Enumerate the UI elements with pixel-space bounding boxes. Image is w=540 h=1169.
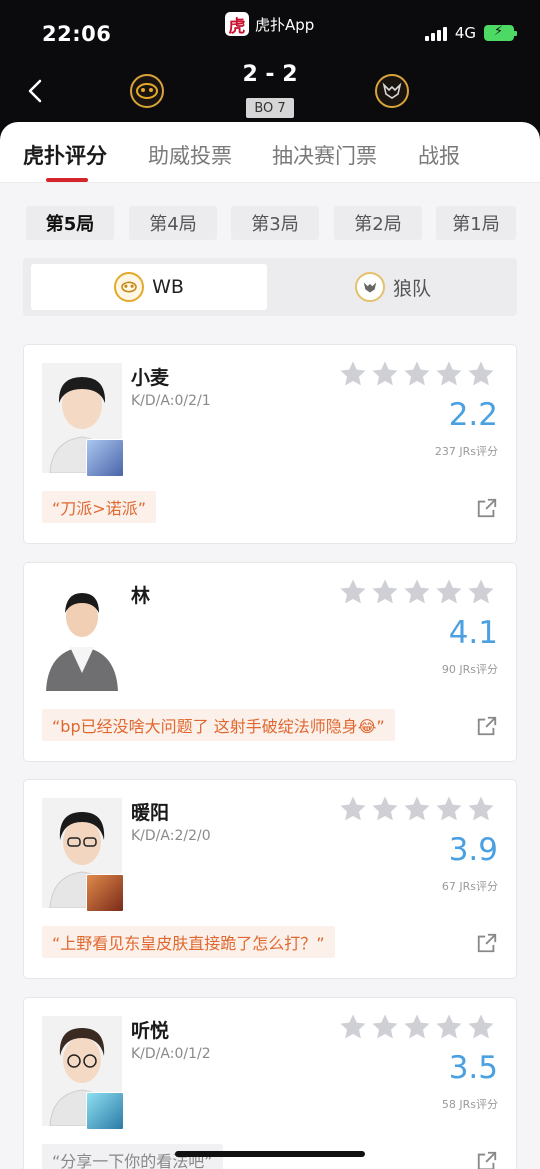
player-kda: K/D/A:2/2/0	[131, 828, 211, 844]
share-icon[interactable]	[476, 715, 498, 737]
star-icon[interactable]	[434, 794, 464, 824]
star-icon[interactable]	[338, 577, 368, 607]
hero-icon	[86, 439, 124, 477]
star-icon[interactable]	[466, 794, 496, 824]
tab-cheer-vote[interactable]: 助威投票	[148, 140, 232, 170]
star-icon[interactable]	[338, 359, 368, 389]
star-rating-input[interactable]	[338, 577, 496, 607]
player-kda: K/D/A:0/2/1	[131, 393, 211, 409]
game-chip-3[interactable]: 第3局	[231, 206, 319, 240]
share-icon[interactable]	[476, 932, 498, 954]
top-comment[interactable]: “bp已经没啥大问题了 这射手破绽法师隐身😂”	[42, 709, 395, 741]
star-icon[interactable]	[466, 577, 496, 607]
player-name: 暖阳	[131, 802, 170, 824]
game-chip-1[interactable]: 第1局	[436, 206, 516, 240]
star-icon[interactable]	[338, 1012, 368, 1042]
team-name-wb: WB	[152, 276, 184, 298]
app-name: 虎扑App	[255, 15, 315, 34]
player-card[interactable]: 暖阳 K/D/A:2/2/0 3.9 67 JRs评分 “上野看见东皇皮肤直接跪…	[23, 779, 517, 979]
player-card[interactable]: 听悦 K/D/A:0/1/2 3.5 58 JRs评分 “分享一下你的看法吧”	[23, 997, 517, 1169]
star-icon[interactable]	[338, 794, 368, 824]
team-name-wolves: 狼队	[392, 277, 431, 300]
star-icon[interactable]	[370, 359, 400, 389]
player-avatar	[42, 581, 122, 691]
rating-count: 67 JRs评分	[441, 880, 498, 893]
match-header: 22:06 虎 虎扑App 4G ⚡ 2 - 2 BO 7	[0, 0, 540, 140]
player-rating: 4.1	[448, 615, 498, 651]
star-rating-input[interactable]	[338, 794, 496, 824]
share-icon[interactable]	[476, 497, 498, 519]
player-name: 听悦	[131, 1020, 170, 1042]
share-icon[interactable]	[476, 1150, 498, 1169]
rating-count: 90 JRs评分	[441, 663, 498, 676]
game-selector: 第5局 第4局 第3局 第2局 第1局	[0, 206, 540, 240]
match-score: 2 - 2	[242, 62, 298, 87]
star-icon[interactable]	[434, 359, 464, 389]
star-icon[interactable]	[370, 794, 400, 824]
star-icon[interactable]	[434, 577, 464, 607]
player-name: 小麦	[131, 367, 170, 389]
rating-count: 237 JRs评分	[434, 445, 498, 458]
status-time: 22:06	[42, 22, 112, 46]
star-icon[interactable]	[370, 1012, 400, 1042]
player-rating: 2.2	[448, 397, 498, 433]
star-icon[interactable]	[370, 577, 400, 607]
hero-icon	[86, 1092, 124, 1130]
player-card[interactable]: 小麦 K/D/A:0/2/1 2.2 237 JRs评分 “刀派>诺派”	[23, 344, 517, 544]
wb-logo-icon	[114, 272, 145, 302]
star-icon[interactable]	[402, 1012, 432, 1042]
game-chip-2[interactable]: 第2局	[334, 206, 422, 240]
signal-icon	[424, 25, 447, 41]
game-chip-5[interactable]: 第5局	[26, 206, 114, 240]
home-indicator[interactable]	[175, 1151, 365, 1157]
star-icon[interactable]	[466, 359, 496, 389]
game-chip-4[interactable]: 第4局	[129, 206, 217, 240]
star-rating-input[interactable]	[338, 1012, 496, 1042]
network-type: 4G	[454, 24, 476, 42]
team-option-wolves[interactable]: 狼队	[275, 264, 511, 310]
hupu-logo-icon: 虎	[225, 12, 249, 37]
rating-count: 58 JRs评分	[441, 1098, 498, 1111]
hero-icon	[86, 874, 124, 912]
player-name: 林	[131, 585, 151, 607]
top-comment[interactable]: “刀派>诺派”	[42, 491, 156, 523]
battery-icon: ⚡	[484, 24, 517, 41]
wolves-logo-icon	[354, 272, 385, 302]
star-icon[interactable]	[466, 1012, 496, 1042]
tab-final-tickets[interactable]: 抽决赛门票	[272, 140, 377, 170]
star-icon[interactable]	[434, 1012, 464, 1042]
team-switcher: WB 狼队	[23, 258, 517, 316]
tab-hupu-rating[interactable]: 虎扑评分	[23, 140, 107, 170]
status-indicators: 4G ⚡	[424, 24, 517, 42]
player-card[interactable]: 林 4.1 90 JRs评分 “bp已经没啥大问题了 这射手破绽法师隐身😂”	[23, 562, 517, 762]
star-rating-input[interactable]	[338, 359, 496, 389]
content-panel: 虎扑评分 助威投票 抽决赛门票 战报 第5局 第4局 第3局 第2局 第1局 W…	[0, 122, 540, 1169]
star-icon[interactable]	[402, 577, 432, 607]
star-icon[interactable]	[402, 359, 432, 389]
tab-bar: 虎扑评分 助威投票 抽决赛门票 战报	[0, 140, 540, 182]
player-kda: K/D/A:0/1/2	[131, 1046, 211, 1062]
wolves-team-logo-icon[interactable]	[375, 74, 409, 108]
team-option-wb[interactable]: WB	[31, 264, 267, 310]
app-badge[interactable]: 虎 虎扑App	[225, 12, 315, 37]
player-rating: 3.5	[448, 1050, 498, 1086]
top-comment[interactable]: “上野看见东皇皮肤直接跪了怎么打？”	[42, 926, 335, 958]
tab-match-report[interactable]: 战报	[418, 140, 460, 170]
star-icon[interactable]	[402, 794, 432, 824]
player-rating: 3.9	[448, 832, 498, 868]
series-format-badge: BO 7	[246, 98, 294, 118]
